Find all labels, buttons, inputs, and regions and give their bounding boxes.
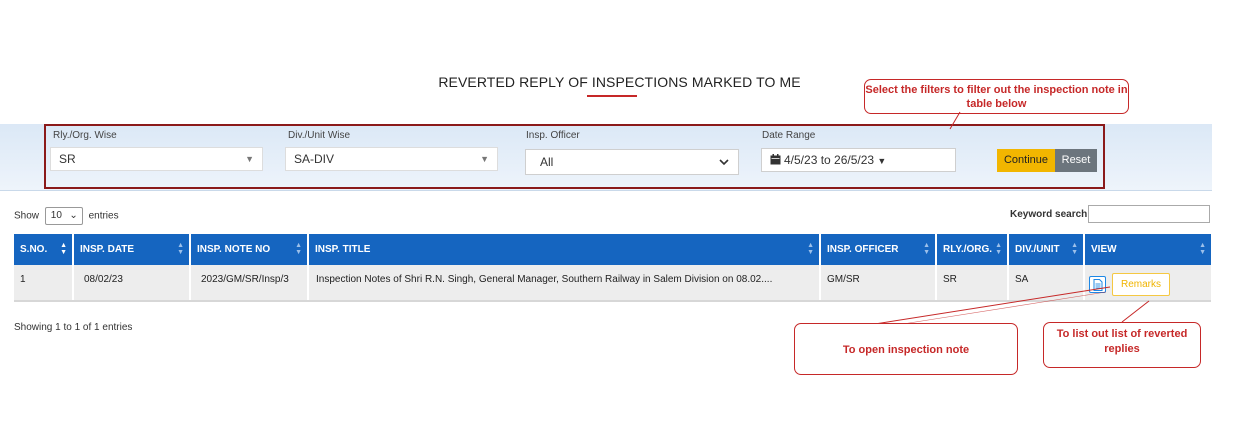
sort-icon: ▲ ▼ — [60, 242, 67, 256]
header-view[interactable]: VIEW ▲ ▼ — [1084, 234, 1211, 265]
table-row: 1 08/02/23 2023/GM/SR/Insp/3 Inspection … — [14, 265, 1211, 302]
caret-down-icon: ▼ — [245, 154, 254, 164]
show-label: Show — [14, 210, 40, 222]
callout-open-note: To open inspection note — [794, 323, 1018, 375]
continue-button[interactable]: Continue — [997, 149, 1055, 172]
sort-icon: ▲ ▼ — [1071, 242, 1078, 256]
header-insp-title[interactable]: INSP. TITLE ▲ ▼ — [308, 234, 821, 265]
cell-view: Remarks — [1084, 265, 1211, 302]
cell-div-unit: SA — [1008, 265, 1085, 302]
cell-insp-title: Inspection Notes of Shri R.N. Singh, Gen… — [308, 265, 821, 302]
header-insp-officer[interactable]: INSP. OFFICER ▲ ▼ — [820, 234, 937, 265]
sort-icon: ▲ ▼ — [177, 242, 184, 256]
callout-filter-text: Select the filters to filter out the ins… — [865, 84, 1128, 110]
date-range-value: 4/5/23 to 26/5/23 — [784, 153, 875, 167]
sort-icon: ▲ ▼ — [1199, 242, 1206, 256]
keyword-search-input[interactable] — [1088, 205, 1210, 223]
callout-list-replies: To list out list of reverted replies — [1043, 322, 1201, 368]
inspection-table: S.NO. ▲ ▼ INSP. DATE ▲ ▼ INSP. NOTE NO ▲ ▼ INS… — [14, 234, 1211, 302]
header-insp-date[interactable]: INSP. DATE ▲ ▼ — [73, 234, 191, 265]
document-icon — [1093, 279, 1103, 291]
date-range-picker[interactable]: 4/5/23 to 26/5/23 ▼ — [761, 148, 956, 172]
show-entries-control: Show 10 ⌄ entries — [14, 207, 119, 225]
sort-icon: ▲ ▼ — [995, 242, 1002, 256]
callout-filter-note: Select the filters to filter out the ins… — [864, 79, 1129, 114]
rly-org-select[interactable]: SR ▼ — [50, 147, 263, 171]
keyword-search-label: Keyword search: — [1010, 209, 1091, 220]
header-sno[interactable]: S.NO. ▲ ▼ — [14, 234, 74, 265]
table-info: Showing 1 to 1 of 1 entries — [14, 322, 133, 333]
entries-value: 10 — [50, 210, 62, 221]
insp-officer-select[interactable]: All — [525, 149, 739, 175]
table-header-row: S.NO. ▲ ▼ INSP. DATE ▲ ▼ INSP. NOTE NO ▲ ▼ INS… — [14, 234, 1211, 265]
header-div-unit[interactable]: DIV./UNIT ▲ ▼ — [1008, 234, 1085, 265]
callout-list-replies-text: To list out list of reverted replies — [1056, 328, 1188, 355]
div-unit-value: SA-DIV — [294, 152, 335, 166]
title-underline — [587, 95, 637, 97]
remarks-button[interactable]: Remarks — [1112, 273, 1170, 296]
div-unit-label: Div./Unit Wise — [288, 130, 351, 141]
insp-officer-value: All — [540, 155, 554, 169]
cell-insp-officer: GM/SR — [820, 265, 937, 302]
sort-icon: ▲ ▼ — [807, 242, 814, 256]
cell-rly-org: SR — [936, 265, 1009, 302]
cell-insp-note-no: 2023/GM/SR/Insp/3 — [190, 265, 309, 302]
sort-icon: ▲ ▼ — [923, 242, 930, 256]
div-unit-select[interactable]: SA-DIV ▼ — [285, 147, 498, 171]
calendar-icon — [770, 150, 781, 172]
entries-select[interactable]: 10 ⌄ — [44, 207, 83, 225]
caret-down-icon: ▼ — [480, 154, 489, 164]
caret-down-icon: ▼ — [877, 156, 887, 166]
pointer-remarks — [1121, 300, 1150, 323]
reset-button[interactable]: Reset — [1055, 149, 1097, 172]
chevron-down-icon — [718, 151, 730, 181]
rly-org-label: Rly./Org. Wise — [53, 130, 117, 141]
cell-sno: 1 — [14, 265, 74, 302]
entries-label: entries — [88, 210, 119, 222]
cell-insp-date: 08/02/23 — [73, 265, 191, 302]
open-note-button[interactable] — [1089, 276, 1106, 293]
rly-org-value: SR — [59, 152, 76, 166]
header-insp-note-no[interactable]: INSP. NOTE NO ▲ ▼ — [190, 234, 309, 265]
insp-officer-label: Insp. Officer — [526, 130, 580, 141]
chevron-down-icon: ⌄ — [69, 210, 78, 221]
sort-icon: ▲ ▼ — [295, 242, 302, 256]
header-rly-org[interactable]: RLY./ORG. ▲ ▼ — [936, 234, 1009, 265]
callout-open-note-text: To open inspection note — [842, 344, 970, 356]
date-range-label: Date Range — [762, 130, 816, 141]
